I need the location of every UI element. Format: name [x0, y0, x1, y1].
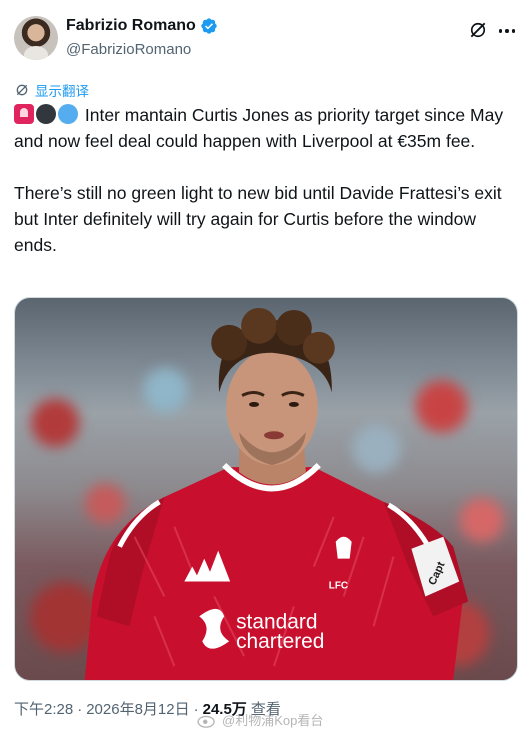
translate-icon	[16, 84, 28, 96]
crest-text: LFC	[329, 580, 348, 591]
verified-badge-icon	[201, 18, 217, 34]
translate-label: 显示翻译	[35, 84, 89, 99]
tweet-media-photo[interactable]: LFC standard chartered Capt	[14, 297, 518, 681]
weibo-watermark: @利物浦Kop看台	[196, 710, 323, 729]
avatar[interactable]	[14, 16, 58, 60]
author-handle[interactable]: @FabrizioRomano	[66, 41, 191, 58]
tweet-header: Fabrizio Romano @FabrizioRomano	[14, 16, 518, 64]
siren-emoji-icon	[14, 104, 34, 124]
tweet-paragraph-1: Inter mantain Curtis Jones as priority t…	[14, 105, 508, 151]
tweet-paragraph-2: There’s still no green light to new bid …	[14, 183, 507, 255]
blue-circle-emoji-icon	[58, 104, 78, 124]
grok-icon[interactable]	[468, 20, 488, 40]
tweet-date[interactable]: 2026年8月12日	[86, 698, 189, 719]
tweet-time[interactable]: 下午2:28	[14, 698, 73, 719]
tweet-text: Inter mantain Curtis Jones as priority t…	[14, 102, 520, 258]
watermark-text: @利物浦Kop看台	[222, 713, 324, 728]
more-options-icon[interactable]	[496, 20, 518, 42]
sponsor-line-2: chartered	[236, 630, 324, 653]
weibo-logo-icon	[197, 715, 215, 728]
translate-link[interactable]: 显示翻译	[14, 80, 89, 100]
author-name-row: Fabrizio Romano	[66, 17, 218, 35]
author-display-name[interactable]: Fabrizio Romano	[66, 17, 196, 35]
player-photo: LFC standard chartered Capt	[84, 307, 469, 680]
meta-separator: ·	[77, 701, 83, 718]
black-circle-emoji-icon	[36, 104, 56, 124]
